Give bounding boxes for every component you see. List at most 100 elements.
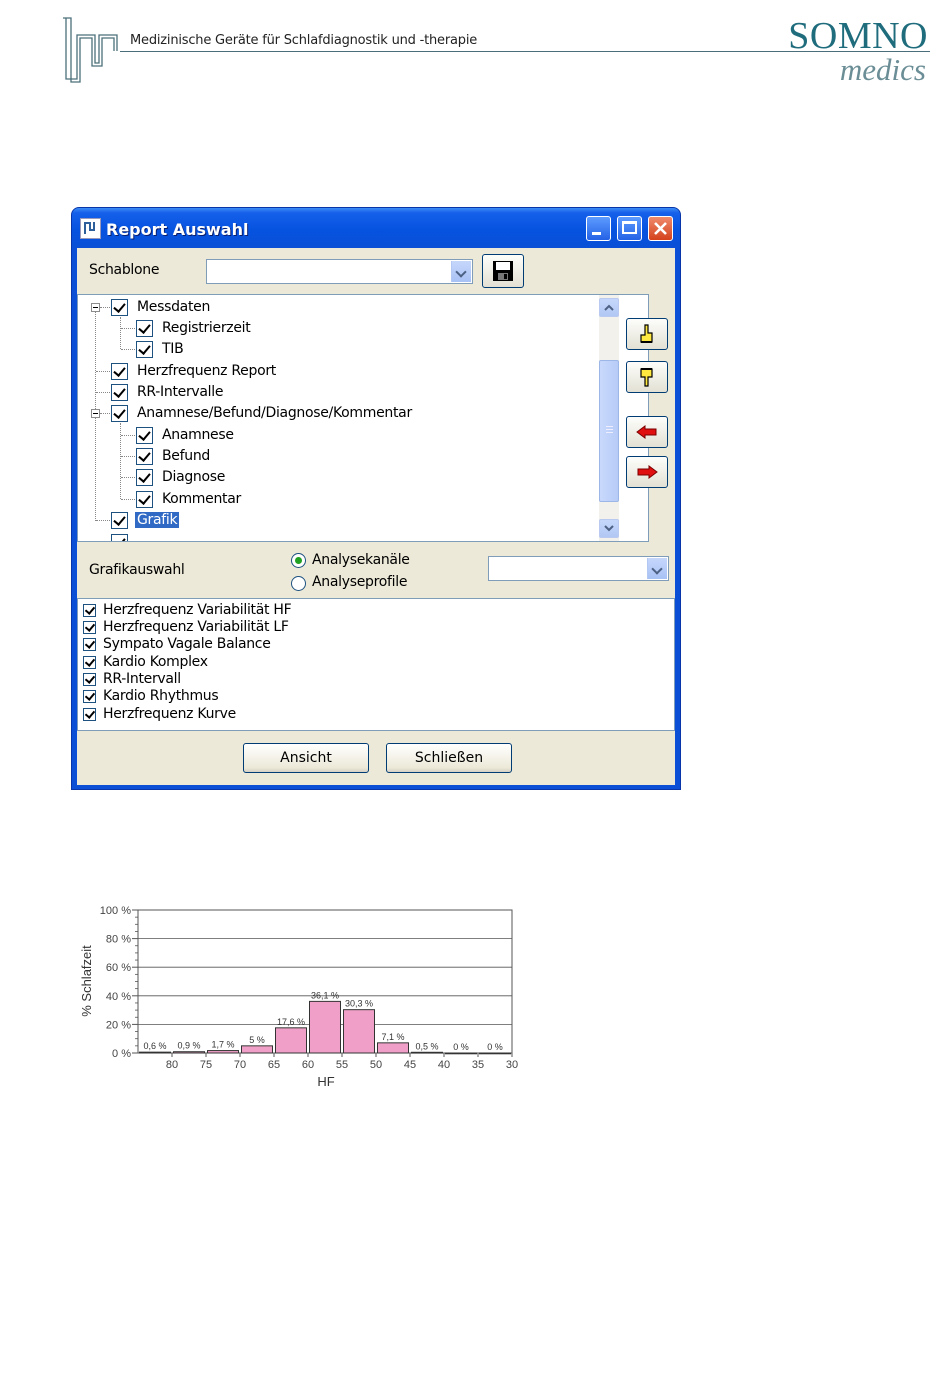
move-up-button[interactable]: [626, 318, 668, 350]
list-checkbox[interactable]: [83, 708, 96, 721]
list-item-label: Herzfrequenz Kurve: [103, 706, 236, 722]
list-item-label: Kardio Rhythmus: [103, 688, 219, 704]
tree-item-label: Messdaten: [137, 299, 211, 315]
hf-histogram-chart: % Schlafzeit HF 0 % 20 % 40 % 60 % 80 % 100 %…: [79, 905, 518, 1089]
x-tick-label: 50: [370, 1059, 382, 1071]
checkbox-herzfrequenz-report[interactable]: [111, 363, 128, 380]
tree-line: [121, 456, 135, 457]
list-checkbox[interactable]: [83, 690, 96, 703]
tree-line: [96, 520, 110, 521]
report-tree[interactable]: Messdaten Registrierzeit TIB Herzfrequen…: [77, 294, 649, 542]
close-button[interactable]: Schließen: [386, 743, 512, 773]
graphic-list[interactable]: Herzfrequenz Variabilität HF Herzfrequen…: [77, 598, 675, 731]
collapse-toggle-messdaten[interactable]: [91, 303, 100, 312]
checkbox-grafik[interactable]: [111, 512, 128, 529]
checkbox-kommentar[interactable]: [136, 491, 153, 508]
tree-scrollbar[interactable]: [599, 295, 619, 541]
x-tick-label: 45: [404, 1059, 416, 1071]
scroll-down-button[interactable]: [599, 519, 619, 538]
checkbox-diagnose[interactable]: [136, 469, 153, 486]
radio-analysekanaele[interactable]: [291, 553, 306, 568]
bar-value-label: 17,6 %: [277, 1017, 305, 1027]
checkbox-partial[interactable]: [111, 534, 128, 541]
bar-value-label: 1,7 %: [211, 1040, 234, 1050]
x-tick-label: 30: [506, 1059, 518, 1071]
app-icon: [80, 218, 101, 239]
y-tick-label: 80 %: [106, 934, 131, 946]
move-left-button[interactable]: [626, 416, 668, 448]
bar: [377, 1042, 409, 1054]
bar-value-label: 0,9 %: [177, 1041, 200, 1051]
x-tick-label: 70: [234, 1059, 246, 1071]
list-checkbox[interactable]: [83, 621, 96, 634]
move-down-button[interactable]: [626, 361, 668, 393]
bar-value-label: 7,1 %: [381, 1032, 404, 1042]
collapse-toggle-anamnese-group[interactable]: [91, 409, 100, 418]
radio-analyseprofile[interactable]: [291, 576, 306, 591]
scroll-up-button[interactable]: [599, 298, 619, 317]
bar-value-label: 0 %: [453, 1042, 469, 1052]
checkbox-rr-intervalle[interactable]: [111, 384, 128, 401]
chevron-down-icon[interactable]: [451, 261, 471, 282]
y-tick-label: 40 %: [106, 991, 131, 1003]
tree-item-label: Diagnose: [162, 469, 226, 485]
bar: [139, 1051, 171, 1054]
title-bar[interactable]: Report Auswahl: [72, 208, 680, 248]
x-tick-label: 65: [268, 1059, 280, 1071]
dialog-client: Schablone Messdaten Registrierzeit TIB H…: [77, 248, 675, 785]
x-tick-label: 35: [472, 1059, 484, 1071]
y-tick-label: 20 %: [106, 1019, 131, 1031]
bar-value-label: 36,1 %: [311, 990, 339, 1000]
bar: [445, 1052, 477, 1055]
company-logo: [63, 17, 118, 83]
tree-line: [100, 413, 110, 414]
bar-value-label: 0,6 %: [143, 1041, 166, 1051]
y-tick-label: 0 %: [112, 1048, 131, 1060]
list-item-label: Kardio Komplex: [103, 654, 208, 670]
bar: [479, 1052, 511, 1055]
scroll-thumb[interactable]: [599, 360, 619, 502]
template-select[interactable]: [206, 259, 473, 284]
checkbox-anamnese[interactable]: [136, 427, 153, 444]
graphic-select[interactable]: [488, 556, 669, 581]
maximize-button[interactable]: [617, 216, 642, 241]
header-tagline: Medizinische Geräte für Schlafdiagnostik…: [130, 33, 478, 48]
radio-label-analysekanaele: Analysekanäle: [312, 552, 410, 568]
checkbox-messdaten[interactable]: [111, 299, 128, 316]
checkbox-registrierzeit[interactable]: [136, 320, 153, 337]
tree-item-label: Befund: [162, 448, 210, 464]
list-item-label: Herzfrequenz Variabilität HF: [103, 602, 292, 618]
list-checkbox[interactable]: [83, 604, 96, 617]
chevron-down-icon[interactable]: [647, 558, 667, 579]
list-checkbox[interactable]: [83, 673, 96, 686]
tree-line: [121, 435, 135, 436]
report-dialog: Report Auswahl Schablone Messdaten Regis…: [72, 208, 680, 789]
bar: [173, 1051, 205, 1054]
tree-line: [121, 328, 135, 329]
x-tick-label: 75: [200, 1059, 212, 1071]
checkbox-befund[interactable]: [136, 448, 153, 465]
list-checkbox[interactable]: [83, 638, 96, 651]
brand-subname: medics: [839, 52, 926, 87]
view-button[interactable]: Ansicht: [243, 743, 369, 773]
x-tick-label: 55: [336, 1059, 348, 1071]
tree-item-label: Anamnese: [162, 427, 234, 443]
floppy-disk-icon: [493, 261, 513, 281]
hand-up-icon: [640, 324, 653, 343]
bar-value-label: 0,5 %: [415, 1041, 438, 1051]
checkbox-tib[interactable]: [136, 341, 153, 358]
list-checkbox[interactable]: [83, 656, 96, 669]
move-right-button[interactable]: [626, 456, 668, 488]
minimize-button[interactable]: [586, 216, 611, 241]
x-tick-label: 60: [302, 1059, 314, 1071]
minimize-icon: [592, 232, 601, 235]
bar: [309, 1000, 341, 1054]
x-tick-label: 80: [166, 1059, 178, 1071]
tree-line: [96, 371, 110, 372]
x-tick-label: 40: [438, 1059, 450, 1071]
list-item-label: Herzfrequenz Variabilität LF: [103, 619, 289, 635]
checkbox-anamnese-group[interactable]: [111, 405, 128, 422]
close-window-button[interactable]: [648, 216, 673, 241]
save-template-button[interactable]: [482, 254, 524, 288]
list-item-label: RR-Intervall: [103, 671, 181, 687]
